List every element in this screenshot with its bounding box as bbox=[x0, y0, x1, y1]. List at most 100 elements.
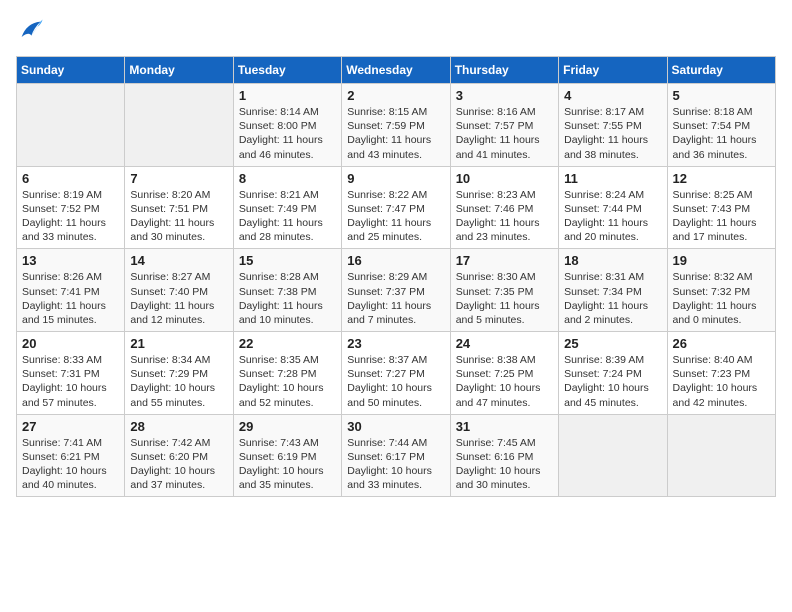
calendar-cell: 11 Sunrise: 8:24 AM Sunset: 7:44 PM Dayli… bbox=[559, 166, 667, 249]
day-number: 13 bbox=[22, 253, 119, 268]
page-header bbox=[16, 16, 776, 44]
calendar-cell: 16Sunrise: 8:29 AM Sunset: 7:37 PM Dayli… bbox=[342, 249, 450, 332]
calendar-cell: 14 Sunrise: 8:27 AM Sunset: 7:40 PM Dayli… bbox=[125, 249, 233, 332]
calendar-cell: 25 Sunrise: 8:39 AM Sunset: 7:24 PM Dayli… bbox=[559, 332, 667, 415]
day-number: 15 bbox=[239, 253, 336, 268]
calendar-cell: 19 Sunrise: 8:32 AM Sunset: 7:32 PM Dayli… bbox=[667, 249, 775, 332]
day-info: Sunrise: 8:23 AM Sunset: 7:46 PM Dayligh… bbox=[456, 188, 553, 245]
day-info: Sunrise: 7:45 AM Sunset: 6:16 PM Dayligh… bbox=[456, 436, 553, 493]
day-number: 28 bbox=[130, 419, 227, 434]
day-number: 9 bbox=[347, 171, 444, 186]
calendar-cell: 27Sunrise: 7:41 AM Sunset: 6:21 PM Dayli… bbox=[17, 414, 125, 497]
day-number: 24 bbox=[456, 336, 553, 351]
calendar-cell: 8 Sunrise: 8:21 AM Sunset: 7:49 PM Daylig… bbox=[233, 166, 341, 249]
calendar-header-row: SundayMondayTuesdayWednesdayThursdayFrid… bbox=[17, 57, 776, 84]
calendar-header-friday: Friday bbox=[559, 57, 667, 84]
day-number: 17 bbox=[456, 253, 553, 268]
calendar-cell bbox=[125, 84, 233, 167]
calendar-cell: 9 Sunrise: 8:22 AM Sunset: 7:47 PM Daylig… bbox=[342, 166, 450, 249]
day-number: 26 bbox=[673, 336, 770, 351]
day-number: 10 bbox=[456, 171, 553, 186]
day-number: 21 bbox=[130, 336, 227, 351]
calendar-cell: 24 Sunrise: 8:38 AM Sunset: 7:25 PM Dayli… bbox=[450, 332, 558, 415]
day-number: 29 bbox=[239, 419, 336, 434]
calendar-cell: 3 Sunrise: 8:16 AM Sunset: 7:57 PM Daylig… bbox=[450, 84, 558, 167]
day-info: Sunrise: 8:14 AM Sunset: 8:00 PM Dayligh… bbox=[239, 105, 336, 162]
day-info: Sunrise: 8:20 AM Sunset: 7:51 PM Dayligh… bbox=[130, 188, 227, 245]
day-info: Sunrise: 8:30 AM Sunset: 7:35 PM Dayligh… bbox=[456, 270, 553, 327]
calendar-cell: 22 Sunrise: 8:35 AM Sunset: 7:28 PM Dayli… bbox=[233, 332, 341, 415]
calendar-cell: 13 Sunrise: 8:26 AM Sunset: 7:41 PM Dayli… bbox=[17, 249, 125, 332]
calendar-header-thursday: Thursday bbox=[450, 57, 558, 84]
calendar-cell: 20 Sunrise: 8:33 AM Sunset: 7:31 PM Dayli… bbox=[17, 332, 125, 415]
calendar-week-2: 6Sunrise: 8:19 AM Sunset: 7:52 PM Daylig… bbox=[17, 166, 776, 249]
calendar-cell bbox=[667, 414, 775, 497]
day-info: Sunrise: 7:42 AM Sunset: 6:20 PM Dayligh… bbox=[130, 436, 227, 493]
day-info: Sunrise: 8:17 AM Sunset: 7:55 PM Dayligh… bbox=[564, 105, 661, 162]
day-info: Sunrise: 8:26 AM Sunset: 7:41 PM Dayligh… bbox=[22, 270, 119, 327]
calendar-header-tuesday: Tuesday bbox=[233, 57, 341, 84]
calendar-cell: 23Sunrise: 8:37 AM Sunset: 7:27 PM Dayli… bbox=[342, 332, 450, 415]
day-number: 20 bbox=[22, 336, 119, 351]
day-info: Sunrise: 8:22 AM Sunset: 7:47 PM Dayligh… bbox=[347, 188, 444, 245]
calendar-cell: 31 Sunrise: 7:45 AM Sunset: 6:16 PM Dayli… bbox=[450, 414, 558, 497]
calendar-table: SundayMondayTuesdayWednesdayThursdayFrid… bbox=[16, 56, 776, 497]
calendar-cell bbox=[559, 414, 667, 497]
day-info: Sunrise: 8:18 AM Sunset: 7:54 PM Dayligh… bbox=[673, 105, 770, 162]
day-info: Sunrise: 8:32 AM Sunset: 7:32 PM Dayligh… bbox=[673, 270, 770, 327]
day-number: 19 bbox=[673, 253, 770, 268]
day-info: Sunrise: 8:38 AM Sunset: 7:25 PM Dayligh… bbox=[456, 353, 553, 410]
day-number: 5 bbox=[673, 88, 770, 103]
day-info: Sunrise: 8:28 AM Sunset: 7:38 PM Dayligh… bbox=[239, 270, 336, 327]
day-info: Sunrise: 8:19 AM Sunset: 7:52 PM Dayligh… bbox=[22, 188, 119, 245]
day-info: Sunrise: 8:27 AM Sunset: 7:40 PM Dayligh… bbox=[130, 270, 227, 327]
calendar-cell: 17 Sunrise: 8:30 AM Sunset: 7:35 PM Dayli… bbox=[450, 249, 558, 332]
day-info: Sunrise: 8:39 AM Sunset: 7:24 PM Dayligh… bbox=[564, 353, 661, 410]
calendar-cell: 30 Sunrise: 7:44 AM Sunset: 6:17 PM Dayli… bbox=[342, 414, 450, 497]
calendar-cell: 18Sunrise: 8:31 AM Sunset: 7:34 PM Dayli… bbox=[559, 249, 667, 332]
day-number: 31 bbox=[456, 419, 553, 434]
day-number: 30 bbox=[347, 419, 444, 434]
day-info: Sunrise: 7:44 AM Sunset: 6:17 PM Dayligh… bbox=[347, 436, 444, 493]
day-info: Sunrise: 8:16 AM Sunset: 7:57 PM Dayligh… bbox=[456, 105, 553, 162]
day-info: Sunrise: 7:41 AM Sunset: 6:21 PM Dayligh… bbox=[22, 436, 119, 493]
calendar-cell: 21 Sunrise: 8:34 AM Sunset: 7:29 PM Dayli… bbox=[125, 332, 233, 415]
calendar-cell: 5 Sunrise: 8:18 AM Sunset: 7:54 PM Daylig… bbox=[667, 84, 775, 167]
calendar-cell: 29Sunrise: 7:43 AM Sunset: 6:19 PM Dayli… bbox=[233, 414, 341, 497]
day-number: 16 bbox=[347, 253, 444, 268]
day-info: Sunrise: 8:34 AM Sunset: 7:29 PM Dayligh… bbox=[130, 353, 227, 410]
day-info: Sunrise: 8:24 AM Sunset: 7:44 PM Dayligh… bbox=[564, 188, 661, 245]
day-number: 8 bbox=[239, 171, 336, 186]
calendar-week-4: 20 Sunrise: 8:33 AM Sunset: 7:31 PM Dayli… bbox=[17, 332, 776, 415]
day-info: Sunrise: 8:31 AM Sunset: 7:34 PM Dayligh… bbox=[564, 270, 661, 327]
day-number: 22 bbox=[239, 336, 336, 351]
calendar-header-sunday: Sunday bbox=[17, 57, 125, 84]
day-number: 7 bbox=[130, 171, 227, 186]
day-number: 4 bbox=[564, 88, 661, 103]
calendar-cell: 15 Sunrise: 8:28 AM Sunset: 7:38 PM Dayli… bbox=[233, 249, 341, 332]
day-number: 3 bbox=[456, 88, 553, 103]
calendar-week-5: 27Sunrise: 7:41 AM Sunset: 6:21 PM Dayli… bbox=[17, 414, 776, 497]
calendar-header-wednesday: Wednesday bbox=[342, 57, 450, 84]
day-info: Sunrise: 8:33 AM Sunset: 7:31 PM Dayligh… bbox=[22, 353, 119, 410]
day-number: 11 bbox=[564, 171, 661, 186]
day-number: 25 bbox=[564, 336, 661, 351]
logo bbox=[16, 16, 48, 44]
calendar-header-monday: Monday bbox=[125, 57, 233, 84]
calendar-cell: 4 Sunrise: 8:17 AM Sunset: 7:55 PM Daylig… bbox=[559, 84, 667, 167]
day-number: 14 bbox=[130, 253, 227, 268]
day-info: Sunrise: 8:35 AM Sunset: 7:28 PM Dayligh… bbox=[239, 353, 336, 410]
day-info: Sunrise: 8:21 AM Sunset: 7:49 PM Dayligh… bbox=[239, 188, 336, 245]
calendar-cell: 12Sunrise: 8:25 AM Sunset: 7:43 PM Dayli… bbox=[667, 166, 775, 249]
calendar-week-3: 13 Sunrise: 8:26 AM Sunset: 7:41 PM Dayli… bbox=[17, 249, 776, 332]
calendar-cell bbox=[17, 84, 125, 167]
calendar-week-1: 1 Sunrise: 8:14 AM Sunset: 8:00 PM Daylig… bbox=[17, 84, 776, 167]
day-info: Sunrise: 8:15 AM Sunset: 7:59 PM Dayligh… bbox=[347, 105, 444, 162]
day-number: 1 bbox=[239, 88, 336, 103]
calendar-header-saturday: Saturday bbox=[667, 57, 775, 84]
day-number: 2 bbox=[347, 88, 444, 103]
calendar-cell: 28 Sunrise: 7:42 AM Sunset: 6:20 PM Dayli… bbox=[125, 414, 233, 497]
calendar-body: 1 Sunrise: 8:14 AM Sunset: 8:00 PM Daylig… bbox=[17, 84, 776, 497]
calendar-cell: 2 Sunrise: 8:15 AM Sunset: 7:59 PM Daylig… bbox=[342, 84, 450, 167]
calendar-cell: 6Sunrise: 8:19 AM Sunset: 7:52 PM Daylig… bbox=[17, 166, 125, 249]
